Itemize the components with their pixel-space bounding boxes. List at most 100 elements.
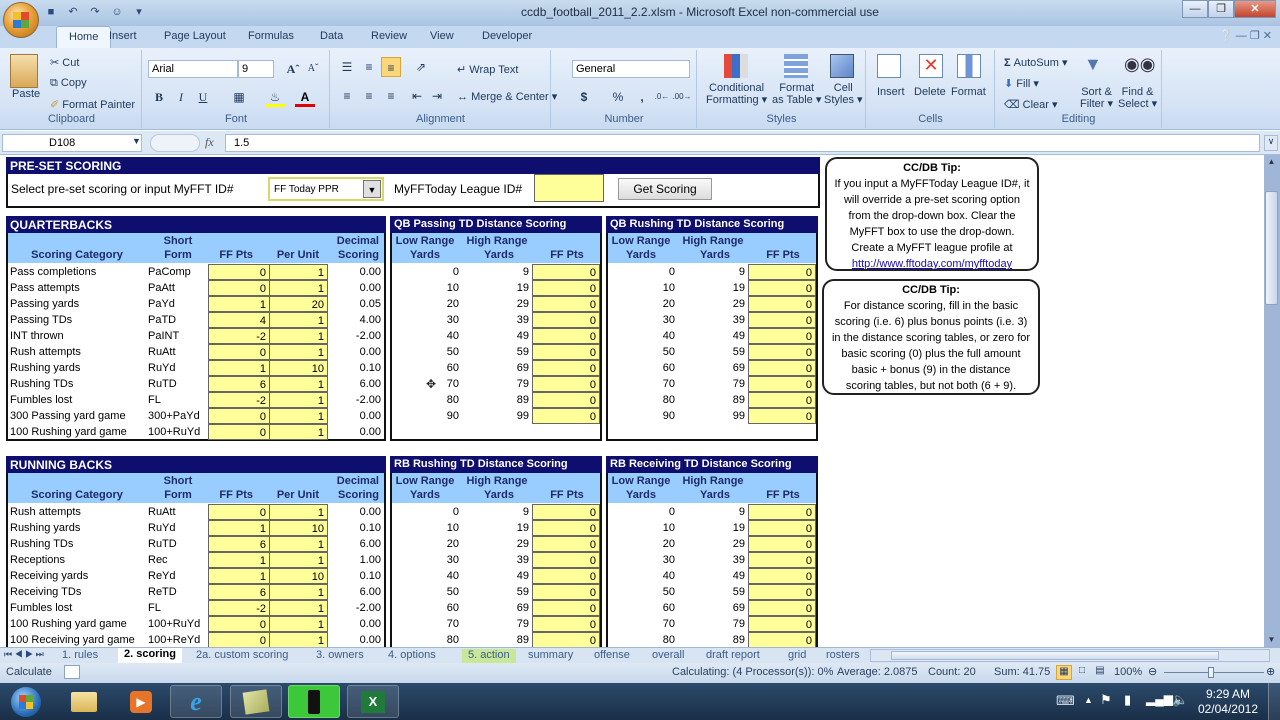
normal-view-icon[interactable]: ▦ [1056, 665, 1072, 680]
ff-pts-input[interactable]: 0 [532, 344, 600, 360]
ff-pts-input[interactable]: 0 [748, 312, 816, 328]
conditional-formatting-button[interactable]: Conditional Formatting ▾ [706, 82, 767, 106]
show-desktop-button[interactable] [1268, 683, 1280, 720]
ff-pts-input[interactable]: 0 [208, 408, 270, 424]
fill-color-icon[interactable]: ♨ [265, 87, 285, 107]
per-unit-input[interactable]: 10 [269, 520, 328, 536]
preset-dropdown[interactable]: FF Today PPR ▼ [268, 177, 384, 201]
ff-pts-input[interactable]: 4 [208, 312, 270, 328]
ff-pts-input[interactable]: 0 [208, 344, 270, 360]
ff-pts-input[interactable]: 0 [532, 312, 600, 328]
ff-pts-input[interactable]: 1 [208, 568, 270, 584]
per-unit-input[interactable]: 1 [269, 408, 328, 424]
merge-center-button[interactable]: ↔ Merge & Center ▾ [457, 90, 557, 103]
ff-pts-input[interactable]: 0 [748, 600, 816, 616]
ff-pts-input[interactable]: 0 [532, 264, 600, 280]
taskbar-excel[interactable]: X [347, 685, 399, 718]
taskbar-internet-explorer[interactable]: e [170, 685, 222, 718]
vertical-scrollbar[interactable]: ▲ ▼ [1264, 155, 1280, 647]
ff-pts-input[interactable]: 0 [748, 328, 816, 344]
increase-indent-icon[interactable]: ⇥ [427, 86, 447, 106]
ff-pts-input[interactable]: 0 [532, 616, 600, 632]
ff-pts-input[interactable]: -2 [208, 392, 270, 408]
tab-data[interactable]: Data [320, 30, 343, 42]
ff-pts-input[interactable]: 0 [748, 504, 816, 520]
keyboard-icon[interactable]: ⌨ [1056, 693, 1075, 709]
per-unit-input[interactable]: 1 [269, 424, 328, 440]
currency-button[interactable]: $ [574, 87, 594, 107]
per-unit-input[interactable]: 1 [269, 600, 328, 616]
per-unit-input[interactable]: 1 [269, 616, 328, 632]
ff-pts-input[interactable]: 6 [208, 584, 270, 600]
per-unit-input[interactable]: 1 [269, 584, 328, 600]
sheet-tab[interactable]: summary [528, 649, 573, 663]
save-icon[interactable]: ■ [44, 5, 58, 19]
find-select-button[interactable]: Find & Select ▾ [1118, 86, 1157, 110]
tab-home[interactable]: Home [56, 26, 112, 48]
tab-developer[interactable]: Developer [482, 30, 532, 42]
ff-pts-input[interactable]: 0 [208, 264, 270, 280]
sheet-tab[interactable]: grid [788, 649, 806, 663]
ff-pts-input[interactable]: 0 [748, 376, 816, 392]
scroll-down-icon[interactable]: ▼ [1265, 635, 1278, 645]
ff-pts-input[interactable]: 0 [748, 552, 816, 568]
ff-pts-input[interactable]: 0 [532, 536, 600, 552]
formula-input[interactable]: 1.5 [225, 134, 1260, 152]
ff-pts-input[interactable]: 0 [532, 584, 600, 600]
ff-pts-input[interactable]: 0 [748, 584, 816, 600]
ff-pts-input[interactable]: 0 [532, 392, 600, 408]
restore-button[interactable]: ❐ [1208, 0, 1234, 18]
ff-pts-input[interactable]: 0 [532, 328, 600, 344]
scroll-up-icon[interactable]: ▲ [1265, 157, 1278, 167]
tab-formulas[interactable]: Formulas [248, 30, 294, 42]
customize-qat-icon[interactable]: ▾ [132, 5, 146, 19]
per-unit-input[interactable]: 1 [269, 632, 328, 647]
ff-pts-input[interactable]: 0 [532, 632, 600, 647]
per-unit-input[interactable]: 1 [269, 328, 328, 344]
undo-icon[interactable]: ↶ [66, 5, 80, 19]
tab-view[interactable]: View [430, 30, 454, 42]
per-unit-input[interactable]: 1 [269, 264, 328, 280]
ff-pts-input[interactable]: 1 [208, 520, 270, 536]
ff-pts-input[interactable]: 0 [532, 296, 600, 312]
align-center-icon[interactable]: ≡ [359, 86, 379, 106]
sort-filter-button[interactable]: Sort & Filter ▾ [1080, 86, 1113, 110]
ff-pts-input[interactable]: 0 [748, 264, 816, 280]
ff-pts-input[interactable]: 0 [208, 616, 270, 632]
ff-pts-input[interactable]: 0 [532, 520, 600, 536]
tab-page-layout[interactable]: Page Layout [164, 30, 226, 42]
ff-pts-input[interactable]: 1 [208, 296, 270, 312]
worksheet[interactable]: PRE-SET SCORING Select pre-set scoring o… [0, 155, 1264, 647]
ff-pts-input[interactable]: 0 [748, 360, 816, 376]
sort-filter-icon[interactable]: ▼ [1084, 54, 1102, 75]
per-unit-input[interactable]: 1 [269, 552, 328, 568]
ff-pts-input[interactable]: 0 [532, 600, 600, 616]
sheet-tab[interactable]: 2a. custom scoring [196, 649, 288, 663]
per-unit-input[interactable]: 1 [269, 504, 328, 520]
orientation-icon[interactable]: ⇗ [411, 57, 431, 77]
ff-pts-input[interactable]: -2 [208, 328, 270, 344]
shrink-font-icon[interactable]: Aˇ [303, 59, 323, 79]
per-unit-input[interactable]: 1 [269, 376, 328, 392]
ff-pts-input[interactable]: 0 [532, 568, 600, 584]
tab-review[interactable]: Review [371, 30, 407, 42]
page-layout-view-icon[interactable]: □ [1074, 665, 1090, 680]
ff-pts-input[interactable]: 0 [208, 632, 270, 647]
minimize-button[interactable]: — [1182, 0, 1208, 18]
font-size-combo[interactable]: 9 [238, 60, 274, 78]
expand-formula-bar-icon[interactable]: ∨ [1264, 135, 1278, 151]
network-icon[interactable]: ▂▄▆ [1146, 692, 1173, 706]
ff-pts-input[interactable]: 0 [532, 504, 600, 520]
macro-record-icon[interactable] [64, 665, 80, 679]
zoom-in-icon[interactable]: ⊕ [1266, 665, 1275, 678]
align-bottom-icon[interactable]: ≡ [381, 57, 401, 77]
ff-pts-input[interactable]: 0 [748, 408, 816, 424]
decrease-decimal-icon[interactable]: .00→ [672, 87, 692, 107]
per-unit-input[interactable]: 10 [269, 360, 328, 376]
ff-pts-input[interactable]: 1 [208, 360, 270, 376]
redo-icon[interactable]: ↷ [88, 5, 102, 19]
ff-pts-input[interactable]: 0 [208, 424, 270, 440]
insert-cells-button[interactable]: Insert [877, 86, 905, 98]
format-cells-button[interactable]: Format [951, 86, 986, 98]
comma-button[interactable]: , [632, 87, 652, 107]
